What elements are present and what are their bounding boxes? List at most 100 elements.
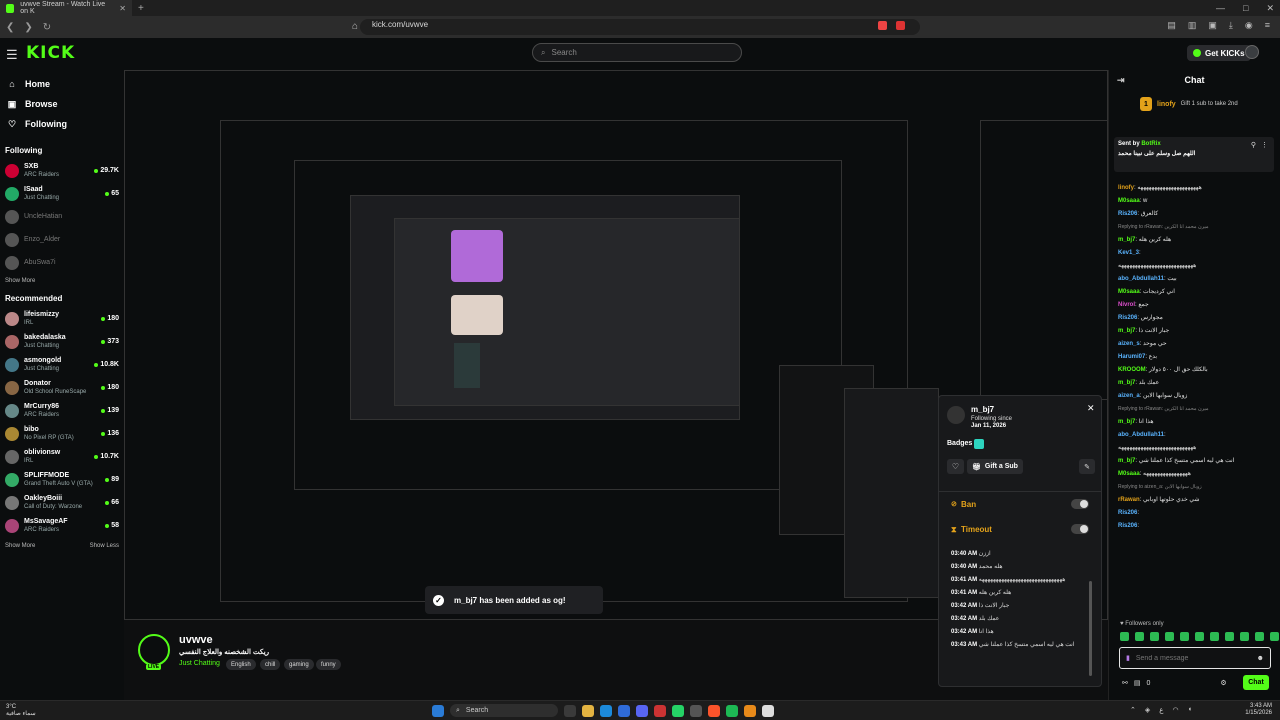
chat-username[interactable]: aizen_s	[1118, 341, 1140, 347]
recommended-channel[interactable]: bibo No Pixel RP (GTA) 136	[0, 422, 124, 445]
emote-icon[interactable]	[1135, 632, 1144, 641]
more-options-icon[interactable]: ⋮	[1261, 141, 1268, 149]
chat-username[interactable]: linofy	[1118, 185, 1134, 191]
streamer-name[interactable]: uvwve	[179, 634, 213, 646]
user-avatar[interactable]	[1245, 45, 1259, 59]
notepad-icon[interactable]	[762, 704, 774, 717]
close-window-button[interactable]: ✕	[1266, 3, 1274, 14]
emote-icon[interactable]	[1150, 632, 1159, 641]
emote-icon[interactable]	[1180, 632, 1189, 641]
reading-list-icon[interactable]: ▥	[1188, 20, 1197, 31]
edge-icon[interactable]	[600, 704, 612, 717]
emote-icon[interactable]	[1195, 632, 1204, 641]
emote-icon[interactable]	[1165, 632, 1174, 641]
mail-icon[interactable]	[618, 704, 630, 717]
chat-username[interactable]: abo_Abdullah11	[1118, 432, 1164, 438]
following-channel[interactable]: Enzo_Alder	[0, 228, 124, 251]
chat-input[interactable]: ▮ ☻	[1119, 647, 1271, 669]
download-icon[interactable]: ⤓	[1229, 20, 1233, 31]
maximize-button[interactable]: □	[1243, 3, 1248, 13]
chat-username[interactable]: rRawan	[1118, 497, 1140, 503]
chat-username[interactable]: M0saaa	[1118, 289, 1140, 295]
brave-shield-icon[interactable]	[878, 21, 887, 30]
chat-username[interactable]: Ris206	[1118, 510, 1137, 516]
brave-icon[interactable]	[708, 704, 720, 717]
ban-toggle[interactable]	[1071, 499, 1089, 509]
task-view-icon[interactable]	[564, 704, 576, 717]
url-text[interactable]: kick.com/uvwve	[372, 20, 428, 29]
browser-tab[interactable]: uvwve Stream - Watch Live on K ✕	[0, 0, 132, 16]
following-channel[interactable]: SXB ARC Raiders 29.7K	[0, 159, 124, 182]
settings-gear-icon[interactable]: ⚙	[1220, 679, 1226, 687]
steam-icon[interactable]	[690, 704, 702, 717]
nav-following[interactable]: ♡ Following	[0, 114, 124, 134]
mic-icon[interactable]: ▮	[1126, 654, 1130, 662]
chat-send-button[interactable]: Chat	[1243, 675, 1269, 690]
recommended-channel[interactable]: Donator Old School RuneScape 180	[0, 376, 124, 399]
weather-widget[interactable]: 3°C سماء صافية	[6, 704, 36, 718]
pin-icon[interactable]: ✎	[1079, 459, 1095, 474]
chat-username[interactable]: aizen_a	[1118, 393, 1140, 399]
timeout-toggle[interactable]	[1071, 524, 1089, 534]
back-icon[interactable]: ❮	[6, 22, 14, 33]
chat-username[interactable]: M0saaa	[1118, 198, 1140, 204]
recommended-channel[interactable]: MsSavageAF ARC Raiders 58	[0, 514, 124, 537]
reload-icon[interactable]: ↻	[43, 22, 51, 33]
chat-username[interactable]: Ris206	[1118, 523, 1137, 529]
chat-username[interactable]: m_bj7	[1118, 237, 1135, 243]
chat-username[interactable]: KROOOM	[1118, 367, 1146, 373]
settings-link-icon[interactable]: ⚯	[1122, 679, 1128, 687]
chat-username[interactable]: m_bj7	[1118, 328, 1135, 334]
address-field[interactable]	[360, 19, 920, 35]
app-tray-icon[interactable]: ◈	[1145, 706, 1150, 714]
recommended-channel[interactable]: asmongold Just Chatting 10.8K	[0, 353, 124, 376]
discord-icon[interactable]	[636, 704, 648, 717]
bookmark-icon[interactable]: ⌂	[352, 21, 358, 32]
start-icon[interactable]	[432, 704, 444, 717]
nav-browse[interactable]: ▣ Browse	[0, 94, 124, 114]
collapse-chat-icon[interactable]: ⇥	[1117, 75, 1125, 86]
sidebar-icon[interactable]: ▤	[1167, 20, 1176, 31]
minimize-button[interactable]: —	[1216, 3, 1225, 13]
show-less-recommended[interactable]: Show Less	[90, 543, 119, 549]
chat-username[interactable]: Ris206	[1118, 211, 1137, 217]
wifi-icon[interactable]: ◠	[1172, 706, 1178, 714]
emote-icon[interactable]	[1120, 632, 1129, 641]
gift-leaderboard[interactable]: 1 linofy Gift 1 sub to take 2nd	[1140, 97, 1238, 111]
chat-username[interactable]: m_bj7	[1118, 380, 1135, 386]
chat-username[interactable]: Nivrol	[1118, 302, 1135, 308]
app-icon[interactable]	[654, 704, 666, 717]
gift-sub-button[interactable]: 🎁︎ Gift a Sub	[967, 459, 1023, 474]
close-tab-icon[interactable]: ✕	[119, 4, 126, 13]
chat-username[interactable]: abo_Abdullah11	[1118, 276, 1164, 282]
message-field[interactable]	[1135, 654, 1236, 662]
emote-icon[interactable]	[1210, 632, 1219, 641]
following-channel[interactable]: AbuSwa7i	[0, 251, 124, 274]
clock[interactable]: 3:43 AM 1/15/2026	[1245, 703, 1272, 717]
search-input[interactable]: ⌕ Search	[532, 43, 742, 62]
menu-icon[interactable]: ≡	[1265, 20, 1270, 31]
emote-icon[interactable]	[1255, 632, 1264, 641]
recommended-channel[interactable]: SPLIFFMODE Grand Theft Auto V (GTA) 89	[0, 468, 124, 491]
stream-category[interactable]: Just Chatting	[179, 660, 220, 667]
show-more-following[interactable]: Show More	[5, 278, 35, 284]
recommended-channel[interactable]: bakedalaska Just Chatting 373	[0, 330, 124, 353]
chat-username[interactable]: m_bj7	[1118, 458, 1135, 464]
tag-gaming[interactable]: gaming	[284, 659, 314, 670]
emote-icon[interactable]	[1240, 632, 1249, 641]
close-card-icon[interactable]: ✕	[1087, 403, 1095, 414]
show-more-recommended[interactable]: Show More	[5, 543, 35, 549]
new-tab-button[interactable]: +	[138, 3, 144, 14]
get-kicks-button[interactable]: Get KICKs	[1187, 45, 1251, 61]
chat-username[interactable]: Harumi07	[1118, 354, 1145, 360]
pinned-message[interactable]: Sent by BotRix اللهم صل وسلم على نبينا م…	[1114, 137, 1274, 172]
language-icon[interactable]: ﻉ	[1159, 706, 1163, 714]
forward-icon[interactable]: ❯	[24, 22, 32, 33]
nav-home[interactable]: ⌂ Home	[0, 74, 124, 94]
following-channel[interactable]: UncleHatian	[0, 205, 124, 228]
taskbar-search[interactable]: ⌕ Search	[450, 704, 558, 717]
tag-chill[interactable]: chill	[260, 659, 281, 670]
tag-funny[interactable]: funny	[316, 659, 341, 670]
chat-username[interactable]: M0saaa	[1118, 471, 1140, 477]
recommended-channel[interactable]: lifeismizzy IRL 180	[0, 307, 124, 330]
